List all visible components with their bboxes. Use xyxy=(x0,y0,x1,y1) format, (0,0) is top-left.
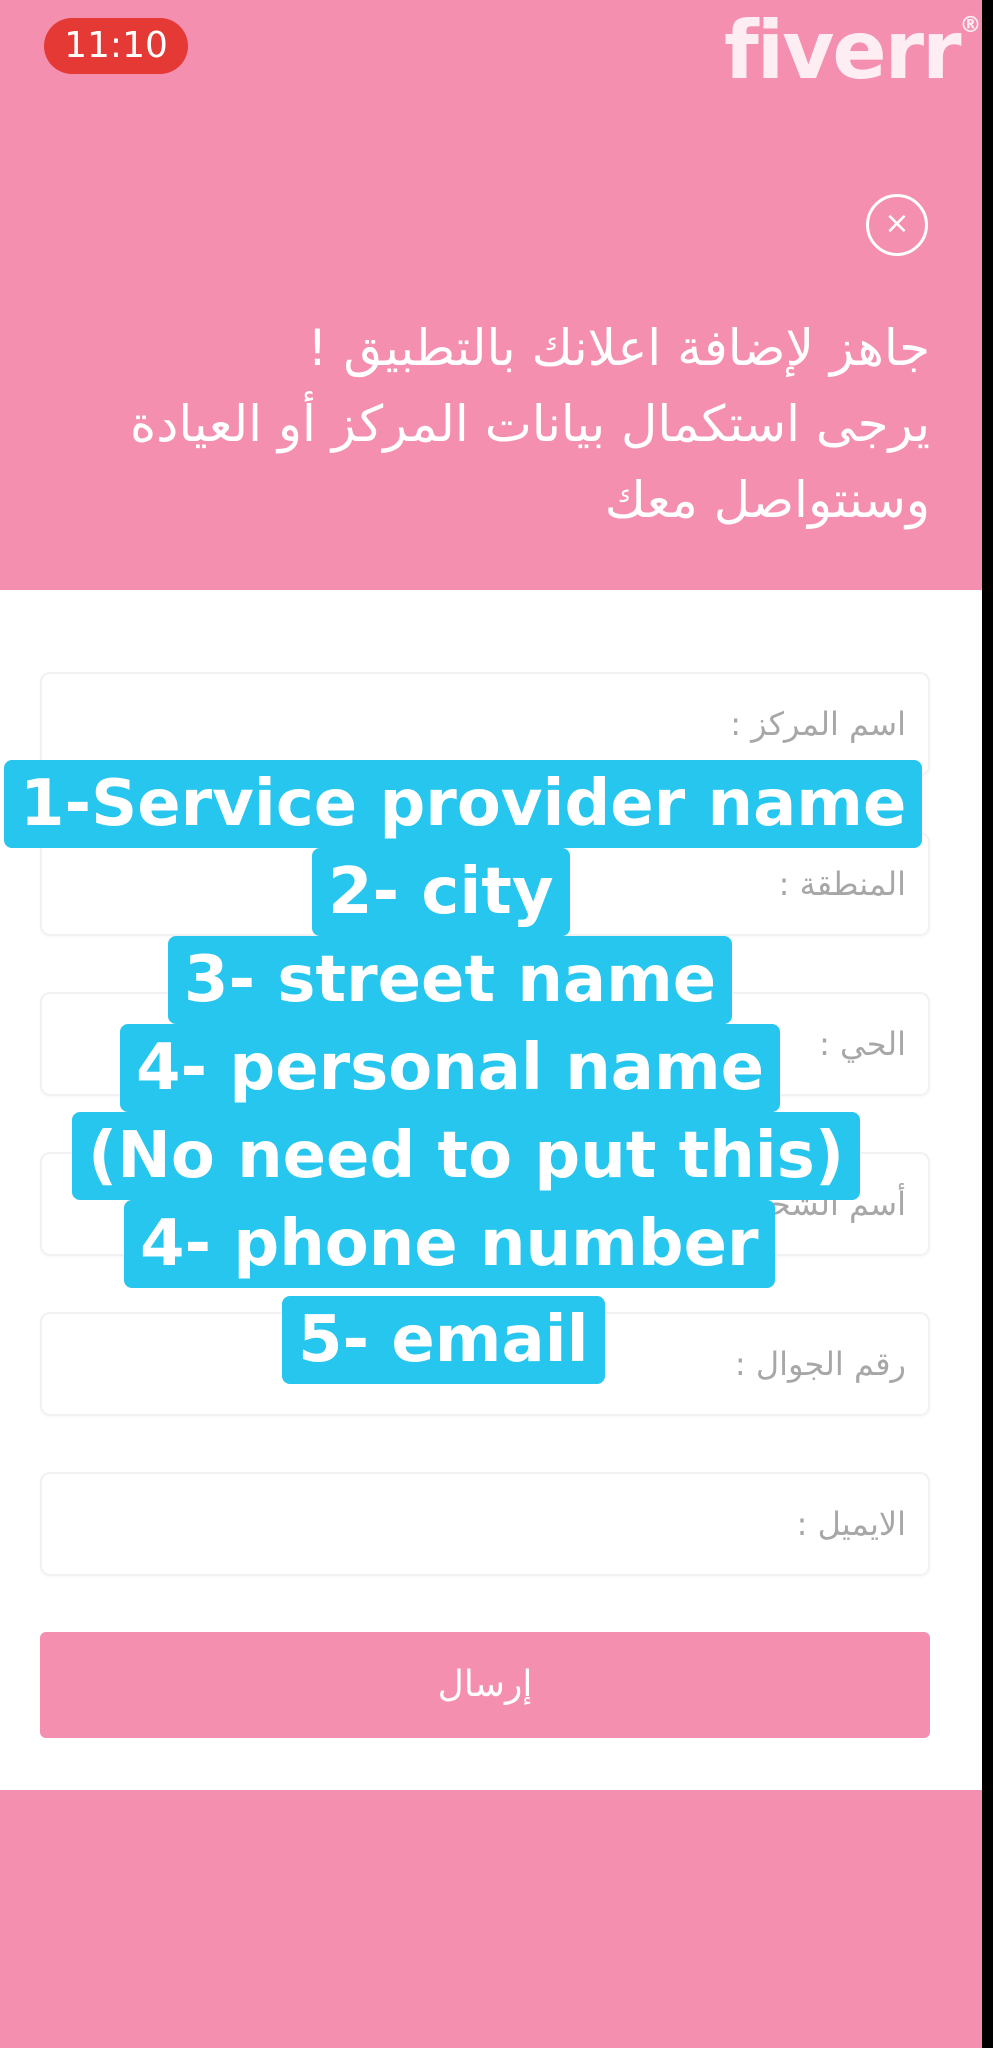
annotation-line-4: 4- personal name xyxy=(120,1024,781,1112)
email-placeholder: الايميل : xyxy=(796,1505,906,1543)
headline-line-2: يرجى استكمال بيانات المركز أو العيادة xyxy=(129,395,930,453)
modal-header: 11:10 fiverr® × جاهز لإضافة اعلانك بالتط… xyxy=(0,0,982,590)
phone-placeholder: رقم الجوال : xyxy=(734,1345,906,1383)
modal-footer xyxy=(0,1790,982,2048)
annotation-line-7: 5- email xyxy=(282,1296,605,1384)
close-icon[interactable]: × xyxy=(866,194,928,256)
annotation-line-1: 1-Service provider name xyxy=(4,760,923,848)
annotation-line-5: (No need to put this) xyxy=(72,1112,861,1200)
annotation-line-3: 3- street name xyxy=(168,936,733,1024)
email-field[interactable]: الايميل : xyxy=(40,1472,930,1576)
headline-line-1: جاهز لإضافة اعلانك بالتطبيق ! xyxy=(307,319,930,377)
region-placeholder: المنطقة : xyxy=(778,865,906,903)
center-name-placeholder: اسم المركز : xyxy=(730,705,906,743)
screen-edge xyxy=(982,0,993,2048)
status-time: 11:10 xyxy=(44,18,188,74)
annotation-line-2: 2- city xyxy=(312,848,570,936)
annotation-line-6: 4- phone number xyxy=(124,1200,775,1288)
fiverr-watermark-logo: fiverr® xyxy=(724,4,982,97)
headline-text: جاهز لإضافة اعلانك بالتطبيق ! يرجى استكم… xyxy=(60,310,930,538)
district-placeholder: الحي : xyxy=(819,1025,906,1063)
submit-button[interactable]: إرسال xyxy=(40,1632,930,1738)
headline-line-3: وسنتواصل معك xyxy=(604,471,930,529)
